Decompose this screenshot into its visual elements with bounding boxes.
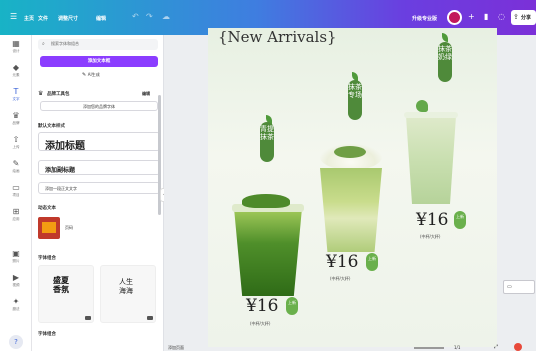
page-number-item[interactable]: 页码 xyxy=(38,217,138,239)
zoom-slider[interactable] xyxy=(414,347,444,349)
rail-item-projects[interactable]: ▭ 项目 xyxy=(0,183,32,198)
default-styles-label: 默认文本样式 xyxy=(38,124,65,129)
rail-item-design[interactable]: ▦ 设计 xyxy=(0,39,32,54)
menu-icon[interactable]: ☰ xyxy=(10,13,17,21)
help-icon[interactable] xyxy=(514,343,522,351)
avatar[interactable] xyxy=(447,10,462,25)
poster-title[interactable]: {New Arrivals} xyxy=(218,28,337,46)
stats-icon[interactable]: ▮ xyxy=(484,13,488,21)
search-input[interactable]: ⌕ 搜索字体和组合 xyxy=(38,39,158,50)
tooltip-icon: ▭ xyxy=(507,284,512,290)
page-number-thumbnail xyxy=(38,217,60,239)
shapes-icon: ◆ xyxy=(12,63,20,72)
page-number-icon xyxy=(42,222,56,233)
mint-garnish-3 xyxy=(416,100,428,112)
plus-icon[interactable]: + xyxy=(468,13,475,21)
new-badge-3: 上新 xyxy=(454,211,466,229)
font-combos-label: 字体组合 xyxy=(38,256,56,261)
folder-icon: ▭ xyxy=(12,183,20,192)
drink-cup-1[interactable] xyxy=(234,208,302,296)
font-combo-card-2[interactable]: 人生海海 xyxy=(100,265,156,323)
rail-item-magic[interactable]: ✦ 魔法 xyxy=(0,297,32,312)
home-button[interactable]: 主页 xyxy=(24,15,34,22)
drink-name-tag-2[interactable]: 抹茶专场 xyxy=(348,80,362,120)
magic-write-label: AI生成 xyxy=(87,72,100,77)
rail-item-apps[interactable]: ⊞ 应用 xyxy=(0,207,32,222)
add-brand-font-button[interactable]: 添加您的品牌字体 xyxy=(40,101,158,111)
matcha-powder-1 xyxy=(242,194,290,208)
bottom-bar: 添加页面 1/1 ⤢ xyxy=(164,343,536,351)
matcha-powder-2 xyxy=(334,146,366,158)
magic-icon: ✦ xyxy=(12,297,20,306)
share-icon: ⇪ xyxy=(513,13,519,21)
brand-kit-icon: ♛ xyxy=(38,90,44,97)
magic-write-button[interactable]: ✎ AI生成 xyxy=(82,72,100,78)
apps-icon: ⊞ xyxy=(12,207,20,216)
add-page-button[interactable]: 添加页面 xyxy=(168,345,184,351)
rail-item-upload[interactable]: ⇧ 上传 xyxy=(0,135,32,150)
cup-lid-3 xyxy=(404,112,458,118)
recent-combos-label: 字体组合 xyxy=(38,332,56,337)
add-textbox-button[interactable]: 添加文本框 xyxy=(40,56,158,67)
text-panel: ⌕ 搜索字体和组合 添加文本框 ✎ AI生成 ♛ 品牌工具包 编辑 添加您的品牌… xyxy=(32,35,164,351)
layout-icon: ▦ xyxy=(12,39,20,48)
dynamic-text-label: 动态文本 xyxy=(38,206,56,211)
size-label-3: (中杯/大杯) xyxy=(420,234,441,239)
rail-item-draw[interactable]: ✎ 绘画 xyxy=(0,159,32,174)
drink-cup-3[interactable] xyxy=(406,116,456,204)
video-icon: ▶ xyxy=(12,273,20,282)
new-badge-2: 上新 xyxy=(366,253,378,271)
edit-mode-button[interactable]: 编辑 xyxy=(96,15,106,22)
text-icon: T xyxy=(13,87,19,96)
rail-item-photos[interactable]: ▣ 照片 xyxy=(0,249,32,264)
drink-cup-2[interactable] xyxy=(320,168,382,252)
price-1[interactable]: ¥16 xyxy=(246,296,278,316)
pro-badge xyxy=(147,316,153,320)
font-combo-card-1[interactable]: 盛夏香氛 xyxy=(38,265,94,323)
brand-kit-label: 品牌工具包 xyxy=(47,92,70,97)
add-subheading-button[interactable]: 添加副标题 xyxy=(38,160,160,175)
upload-icon: ⇧ xyxy=(12,135,20,144)
comment-icon[interactable]: ◌ xyxy=(498,13,505,21)
search-icon: ⌕ xyxy=(42,41,45,47)
cloud-saved-icon: ☁ xyxy=(162,12,170,21)
rail-item-videos[interactable]: ▶ 视频 xyxy=(0,273,32,288)
share-button[interactable]: ⇪ 分享 xyxy=(511,10,536,25)
size-label-1: (中杯/大杯) xyxy=(250,321,271,326)
price-3[interactable]: ¥16 xyxy=(416,210,448,230)
rail-item-text[interactable]: T 文字 xyxy=(0,87,32,102)
page-indicator[interactable]: 1/1 xyxy=(454,345,460,350)
add-body-text-button[interactable]: 添加一段正文文字 xyxy=(38,182,160,194)
share-label: 分享 xyxy=(521,15,532,21)
magic-write-icon: ✎ xyxy=(82,72,87,78)
add-heading-button[interactable]: 添加标题 xyxy=(38,132,160,152)
file-menu[interactable]: 文件 xyxy=(38,15,48,22)
drink-name-tag-3[interactable]: 抹茶奶绿 xyxy=(438,42,452,82)
search-placeholder: 搜索字体和组合 xyxy=(51,41,79,46)
help-button[interactable]: ? xyxy=(9,335,23,349)
rail-item-elements[interactable]: ◆ 元素 xyxy=(0,63,32,78)
brand-kit-edit[interactable]: 编辑 xyxy=(142,91,150,97)
photo-icon: ▣ xyxy=(12,249,20,258)
undo-icon[interactable]: ↶ xyxy=(132,13,139,21)
leaf-decoration xyxy=(442,33,448,42)
pro-badge xyxy=(85,316,91,320)
brand-icon: ♛ xyxy=(12,111,20,120)
redo-icon[interactable]: ↷ xyxy=(146,13,153,21)
size-label-2: (中杯/大杯) xyxy=(330,276,351,281)
drink-name-tag-1[interactable]: 青提抹茶 xyxy=(260,122,274,162)
upgrade-pro-button[interactable]: 升级专业版 xyxy=(412,15,437,22)
new-badge-1: 上新 xyxy=(286,297,298,315)
fullscreen-icon[interactable]: ⤢ xyxy=(494,344,498,350)
side-rail: ▦ 设计 ◆ 元素 T 文字 ♛ 品牌 ⇧ 上传 ✎ 绘画 ▭ 项目 ⊞ 应用 ▣ 照片 ▶ 视频 … xyxy=(0,35,32,351)
poster-canvas[interactable]: {New Arrivals} 抹茶奶绿 ¥16 上新 (中杯/大杯) 抹茶专场 … xyxy=(208,28,497,347)
floating-tooltip: ▭ xyxy=(503,280,535,294)
draw-icon: ✎ xyxy=(12,159,20,168)
rail-item-brand[interactable]: ♛ 品牌 xyxy=(0,111,32,126)
resize-button[interactable]: 调整尺寸 xyxy=(58,15,78,22)
price-2[interactable]: ¥16 xyxy=(326,252,358,272)
